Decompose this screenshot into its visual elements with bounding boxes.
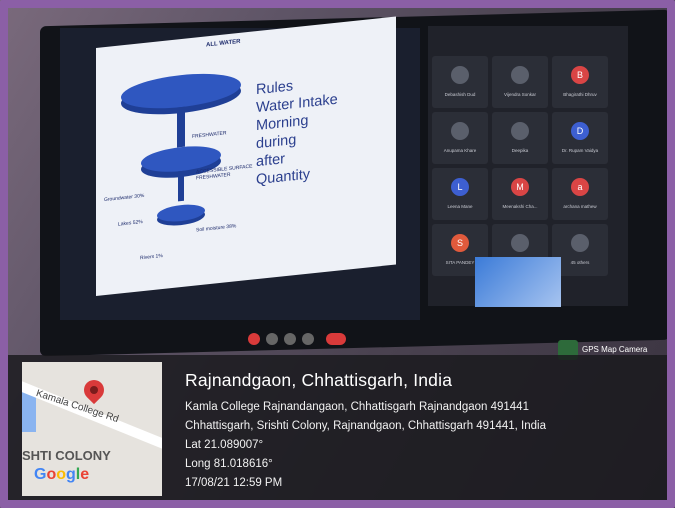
photo-border: [0, 0, 675, 508]
